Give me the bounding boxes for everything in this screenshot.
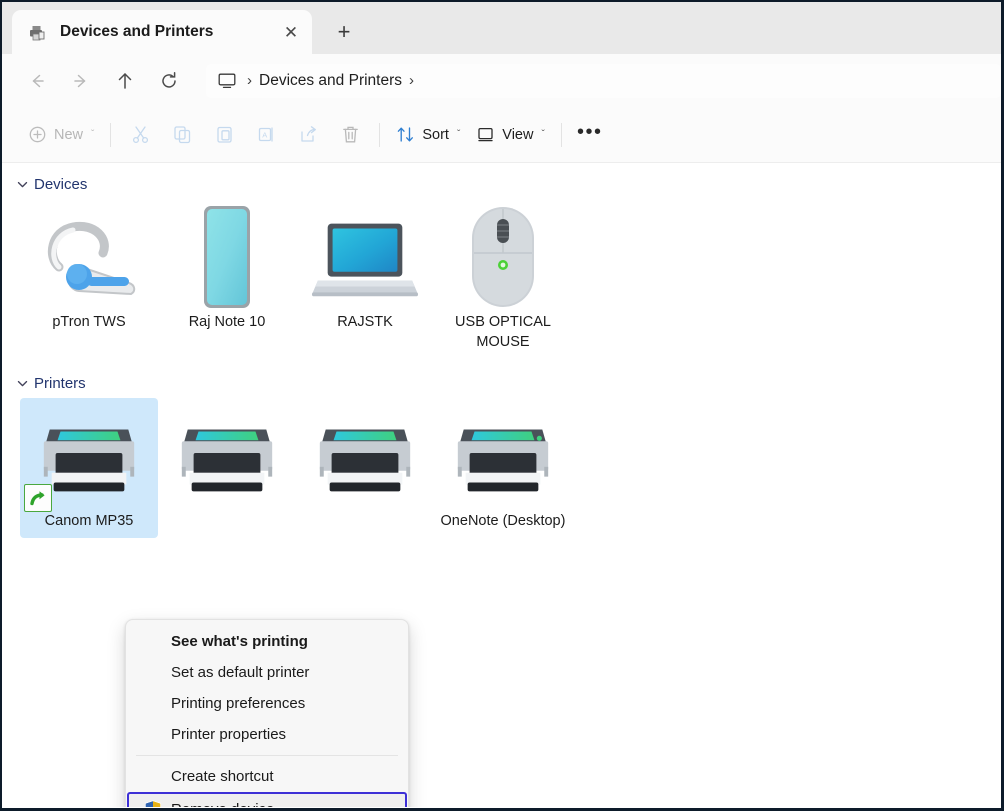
context-menu-item-remove-device[interactable]: Remove device	[127, 792, 407, 807]
view-label: View	[502, 127, 533, 143]
new-label: New	[54, 127, 83, 143]
chevron-down-icon[interactable]	[12, 178, 32, 191]
toolbar-separator-3	[561, 123, 562, 147]
device-tile-rajstk[interactable]: RAJSTK	[296, 199, 434, 358]
breadcrumb-separator-2[interactable]: ›	[402, 73, 421, 88]
context-menu: See what's printing Set as default print…	[125, 619, 409, 807]
new-tab-button[interactable]: +	[326, 14, 362, 50]
toolbar-separator-2	[379, 123, 380, 147]
breadcrumb-path[interactable]: Devices and Printers	[259, 72, 402, 90]
address-bar: › Devices and Printers ›	[2, 54, 1001, 107]
back-button[interactable]	[18, 62, 56, 100]
refresh-button[interactable]	[150, 62, 188, 100]
device-tile-raj-note-10[interactable]: Raj Note 10	[158, 199, 296, 358]
more-options-button[interactable]: •••	[570, 115, 610, 155]
printer-icon	[448, 406, 558, 506]
monitor-icon[interactable]	[214, 70, 240, 92]
chevron-down-icon[interactable]	[12, 377, 32, 390]
device-label: Raj Note 10	[189, 313, 266, 339]
copy-button[interactable]	[161, 117, 203, 153]
devices-tile-list: pTron TWS	[2, 199, 1001, 358]
chevron-down-icon: ˇ	[457, 129, 460, 140]
devices-printers-icon	[26, 21, 48, 43]
context-menu-item-create-shortcut[interactable]: Create shortcut	[126, 761, 408, 792]
shortcut-overlay-icon	[24, 484, 52, 512]
printers-tile-list: Canom MP35	[2, 398, 1001, 538]
printer-tile-onenote-desktop[interactable]: OneNote (Desktop)	[434, 398, 572, 538]
cut-button[interactable]	[119, 117, 161, 153]
printer-tile-2[interactable]	[158, 398, 296, 538]
printer-icon	[172, 406, 282, 506]
sort-label: Sort	[422, 127, 449, 143]
printer-tile-canom-mp35[interactable]: Canom MP35	[20, 398, 158, 538]
items-view: Devices pTron TWS	[2, 163, 1001, 807]
device-label: pTron TWS	[52, 313, 125, 339]
group-title-printers: Printers	[34, 375, 86, 392]
context-menu-item-label: Remove device	[171, 801, 274, 808]
printer-label: Canom MP35	[45, 512, 134, 538]
view-button[interactable]: View ˇ	[468, 118, 553, 152]
device-label: RAJSTK	[337, 313, 393, 339]
tab-devices-and-printers[interactable]: Devices and Printers ✕	[12, 10, 312, 54]
context-menu-item-see-whats-printing[interactable]: See what's printing	[126, 626, 408, 657]
context-menu-item-printer-properties[interactable]: Printer properties	[126, 719, 408, 750]
delete-button[interactable]	[329, 117, 371, 153]
mouse-icon	[448, 207, 558, 307]
sort-button[interactable]: Sort ˇ	[388, 118, 468, 152]
printer-label: OneNote (Desktop)	[441, 512, 566, 538]
chevron-down-icon: ˇ	[91, 129, 94, 140]
close-icon[interactable]: ✕	[276, 17, 306, 47]
chevron-down-icon: ˇ	[541, 129, 544, 140]
breadcrumb-separator-1: ›	[240, 73, 259, 88]
phone-icon	[172, 207, 282, 307]
up-button[interactable]	[106, 62, 144, 100]
laptop-icon	[310, 207, 420, 307]
context-menu-item-printing-preferences[interactable]: Printing preferences	[126, 688, 408, 719]
forward-button[interactable]	[62, 62, 100, 100]
rename-button[interactable]: A	[245, 117, 287, 153]
title-bar: Devices and Printers ✕ +	[2, 2, 1001, 54]
device-tile-usb-optical-mouse[interactable]: USB OPTICAL MOUSE	[434, 199, 572, 358]
share-button[interactable]	[287, 117, 329, 153]
bluetooth-headset-icon	[34, 207, 144, 307]
breadcrumb[interactable]: › Devices and Printers ›	[206, 64, 1001, 98]
context-menu-separator-1	[136, 755, 398, 756]
toolbar-separator-1	[110, 123, 111, 147]
group-header-devices[interactable]: Devices	[2, 169, 1001, 199]
file-explorer-window: Devices and Printers ✕ +	[0, 0, 1004, 811]
svg-text:A: A	[262, 130, 267, 139]
device-tile-ptron-tws[interactable]: pTron TWS	[20, 199, 158, 358]
paste-button[interactable]	[203, 117, 245, 153]
printer-tile-3[interactable]	[296, 398, 434, 538]
printer-icon	[310, 406, 420, 506]
context-menu-item-set-as-default-printer[interactable]: Set as default printer	[126, 657, 408, 688]
new-button[interactable]: New ˇ	[20, 118, 102, 152]
device-label: USB OPTICAL MOUSE	[439, 313, 567, 358]
tab-title: Devices and Printers	[60, 23, 276, 41]
group-title-devices: Devices	[34, 176, 87, 193]
command-toolbar: New ˇ A	[2, 107, 1001, 163]
group-header-printers[interactable]: Printers	[2, 368, 1001, 398]
uac-shield-icon	[143, 799, 163, 807]
